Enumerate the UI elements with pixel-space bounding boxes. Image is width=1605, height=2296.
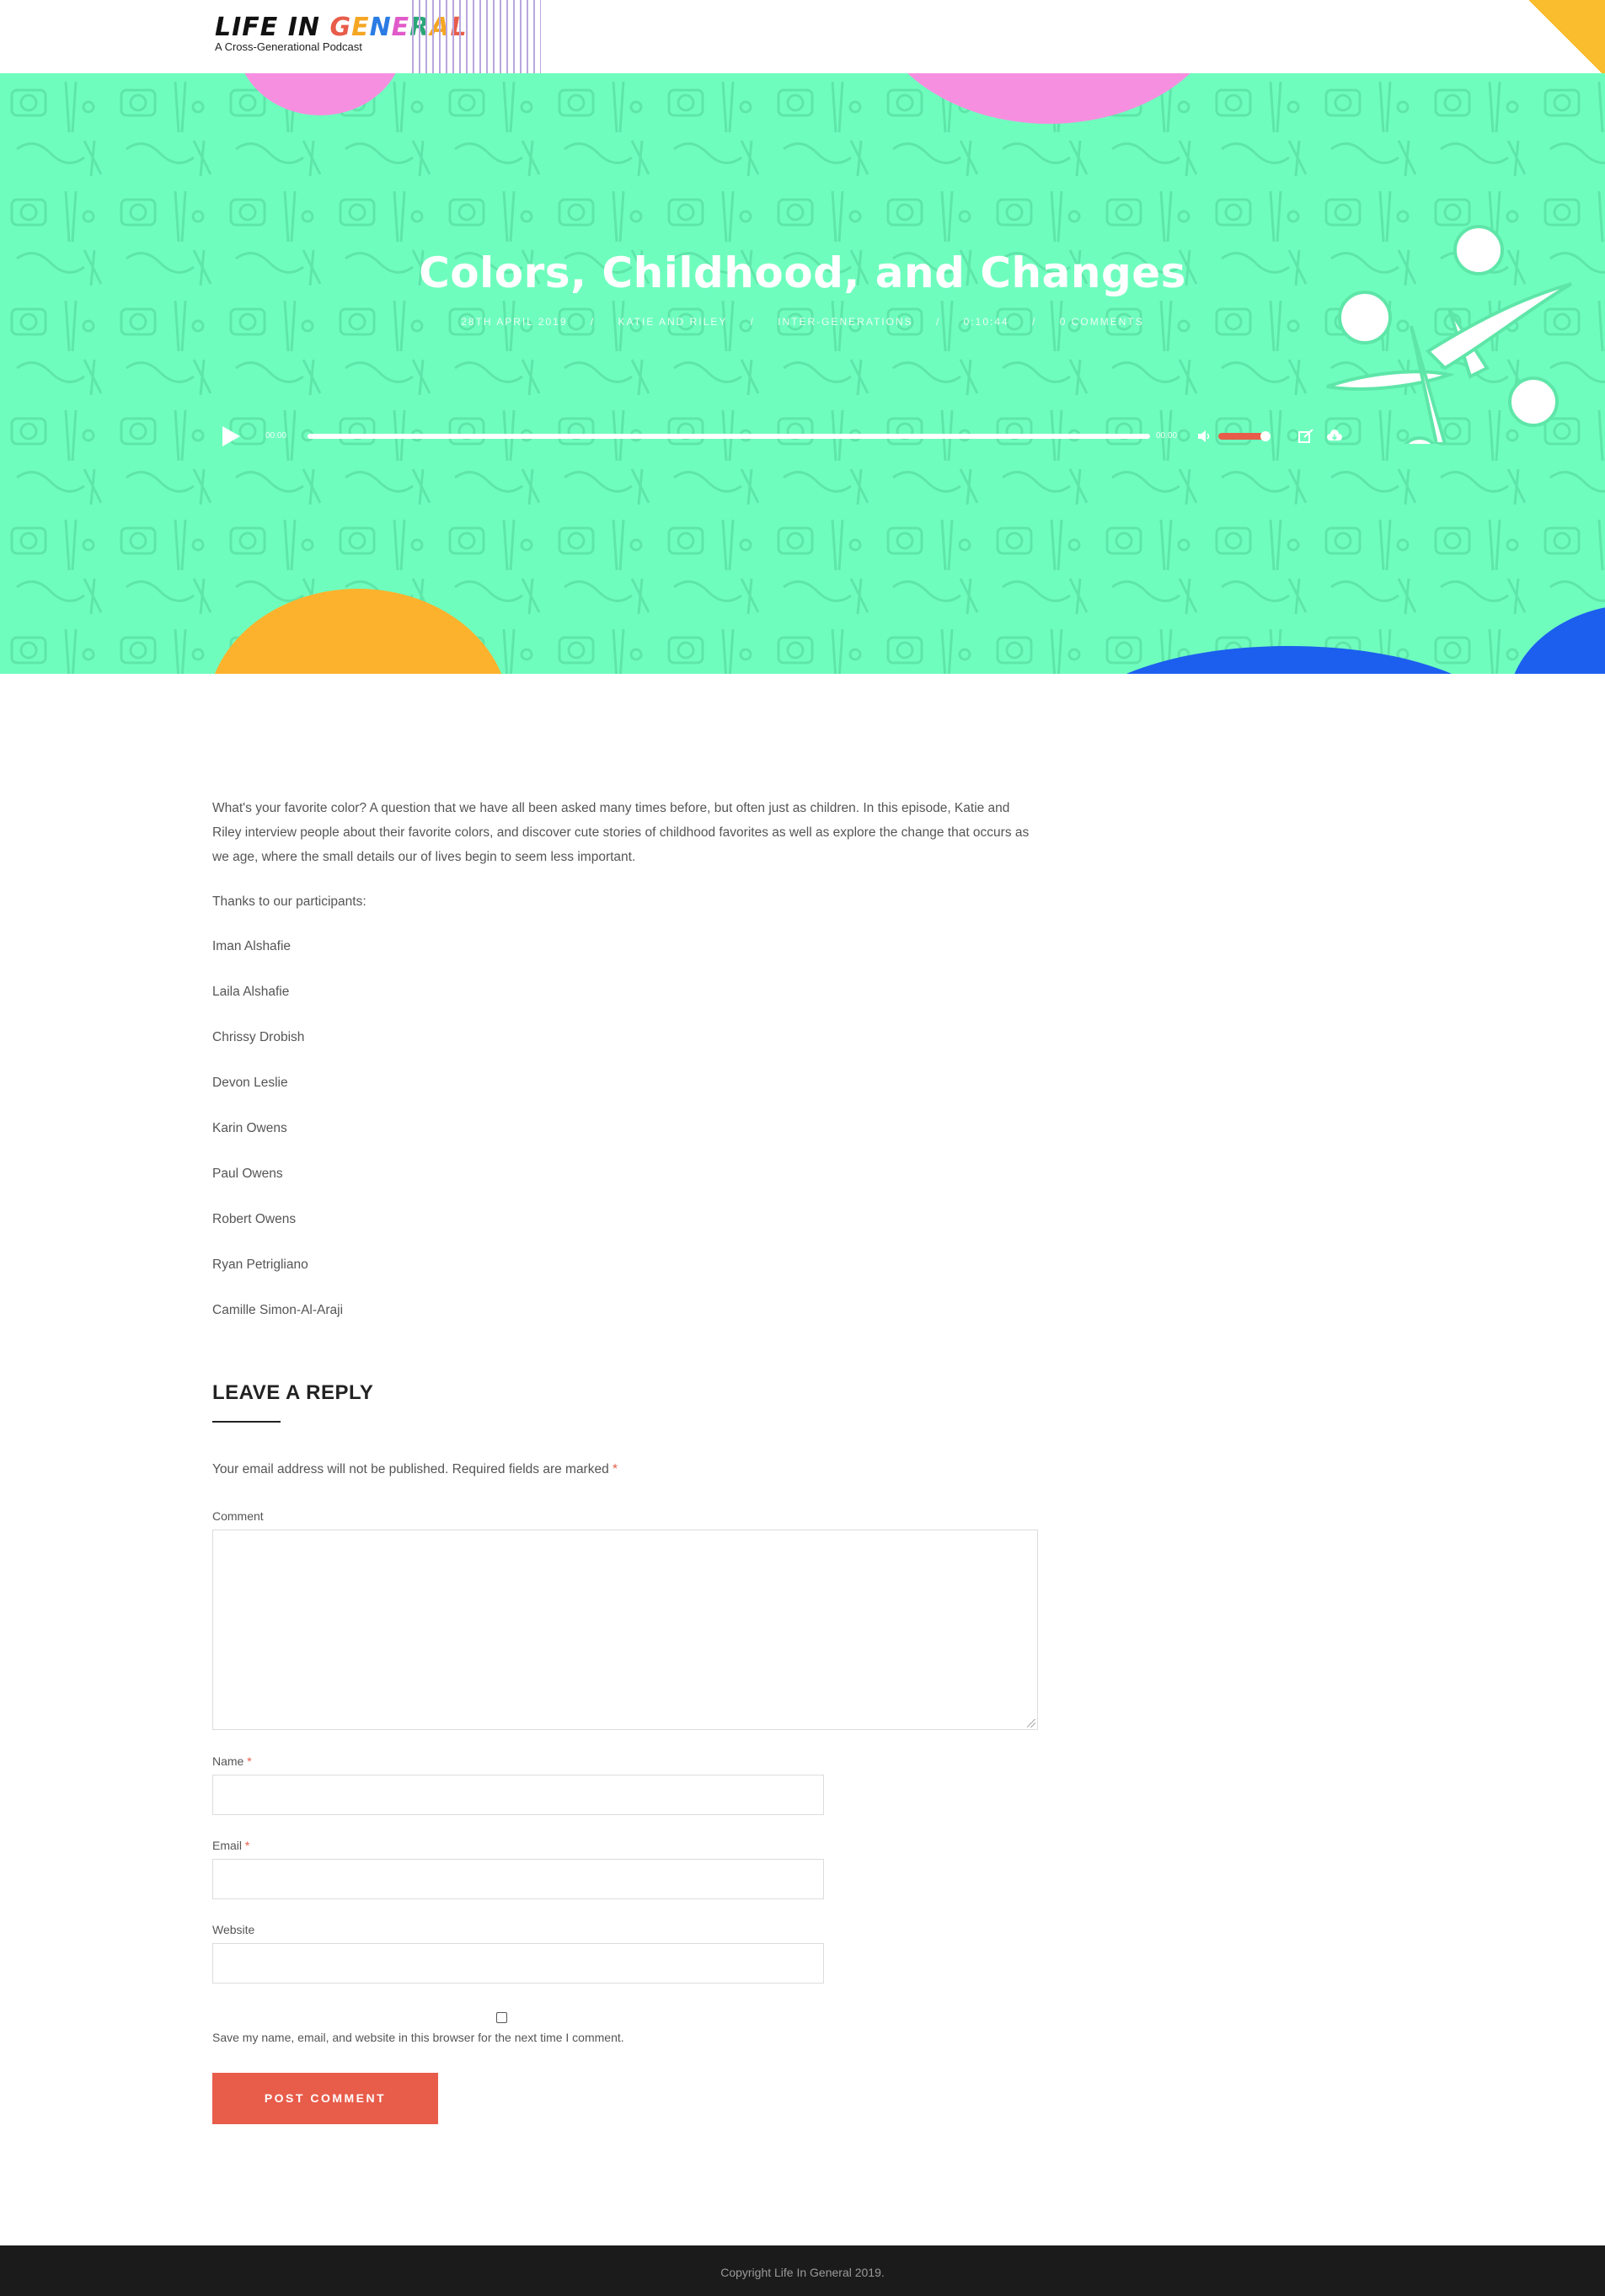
- episode-author[interactable]: Katie and Riley: [618, 316, 728, 328]
- decorative-corner: [1525, 0, 1605, 73]
- progress-bar[interactable]: [308, 434, 1150, 439]
- participant-name: Iman Alshafie: [212, 939, 292, 953]
- heading-underline: [212, 1421, 281, 1423]
- audio-player: 00:00 00:00: [221, 419, 1350, 452]
- logo-word-life: LIFE IN: [215, 13, 330, 42]
- participants-heading: Thanks to our participants:: [212, 894, 366, 909]
- participant-name: Karin Owens: [212, 1121, 287, 1135]
- participant-name: Ryan Petrigliano: [212, 1257, 308, 1272]
- episode-category[interactable]: Inter-generations: [778, 316, 912, 328]
- volume-handle[interactable]: [1260, 431, 1271, 441]
- participant-name: Laila Alshafie: [212, 985, 290, 999]
- participant-name: Robert Owens: [212, 1212, 297, 1226]
- meta-separator: /: [750, 316, 755, 328]
- post-comment-button[interactable]: POST COMMENT: [212, 2073, 438, 2124]
- play-icon[interactable]: [221, 425, 241, 447]
- duration-time: 00:00: [1156, 431, 1178, 441]
- episode-title: Colors, Childhood, and Changes: [419, 248, 1186, 297]
- required-notice: Your email address will not be published…: [212, 1462, 618, 1476]
- email-field[interactable]: [212, 1859, 824, 1899]
- save-info-label: Save my name, email, and website in this…: [212, 2031, 624, 2044]
- episode-hero: Colors, Childhood, and Changes 28th Apri…: [0, 73, 1605, 674]
- meta-separator: /: [590, 316, 596, 328]
- required-mark: *: [613, 1462, 618, 1476]
- episode-description: What's your favorite color? A question t…: [212, 801, 1030, 864]
- participant-name: Devon Leslie: [212, 1076, 288, 1090]
- comment-label: Comment: [212, 1509, 264, 1523]
- episode-comments-link[interactable]: 0 Comments: [1060, 316, 1144, 328]
- participant-name: Paul Owens: [212, 1167, 283, 1181]
- resize-handle[interactable]: [1027, 1719, 1035, 1727]
- episode-content: What's your favorite color? A question t…: [212, 796, 1038, 1343]
- copyright-text: Copyright Life In General 2019.: [720, 2266, 885, 2279]
- meta-separator: /: [1032, 316, 1037, 328]
- save-info-checkbox[interactable]: [496, 2012, 507, 2023]
- download-icon[interactable]: [1326, 429, 1343, 444]
- email-label: Email *: [212, 1839, 250, 1852]
- site-header: LIFE IN GENERAL A Cross-Generational Pod…: [0, 0, 1605, 73]
- meta-separator: /: [935, 316, 941, 328]
- reply-heading: LEAVE A REPLY: [212, 1381, 374, 1404]
- current-time: 00:00: [265, 431, 287, 441]
- comment-textarea[interactable]: [212, 1530, 1038, 1730]
- embed-icon[interactable]: [1297, 429, 1314, 444]
- name-field[interactable]: [212, 1775, 824, 1815]
- episode-meta: 28th April 2019 / Katie and Riley / Inte…: [0, 316, 1605, 328]
- website-label: Website: [212, 1923, 255, 1936]
- volume-icon[interactable]: [1196, 429, 1212, 444]
- name-label: Name *: [212, 1754, 252, 1768]
- participant-name: Camille Simon-Al-Araji: [212, 1303, 344, 1317]
- episode-duration: 0:10:44: [963, 316, 1009, 328]
- website-field[interactable]: [212, 1943, 824, 1984]
- decorative-stripes: [412, 0, 541, 73]
- episode-date[interactable]: 28th April 2019: [461, 316, 567, 328]
- participant-name: Chrissy Drobish: [212, 1030, 305, 1044]
- site-footer: Copyright Life In General 2019.: [0, 2245, 1605, 2296]
- participants-list: Iman Alshafie Laila Alshafie Chrissy Dro…: [212, 934, 1038, 1322]
- volume-slider[interactable]: [1218, 433, 1265, 440]
